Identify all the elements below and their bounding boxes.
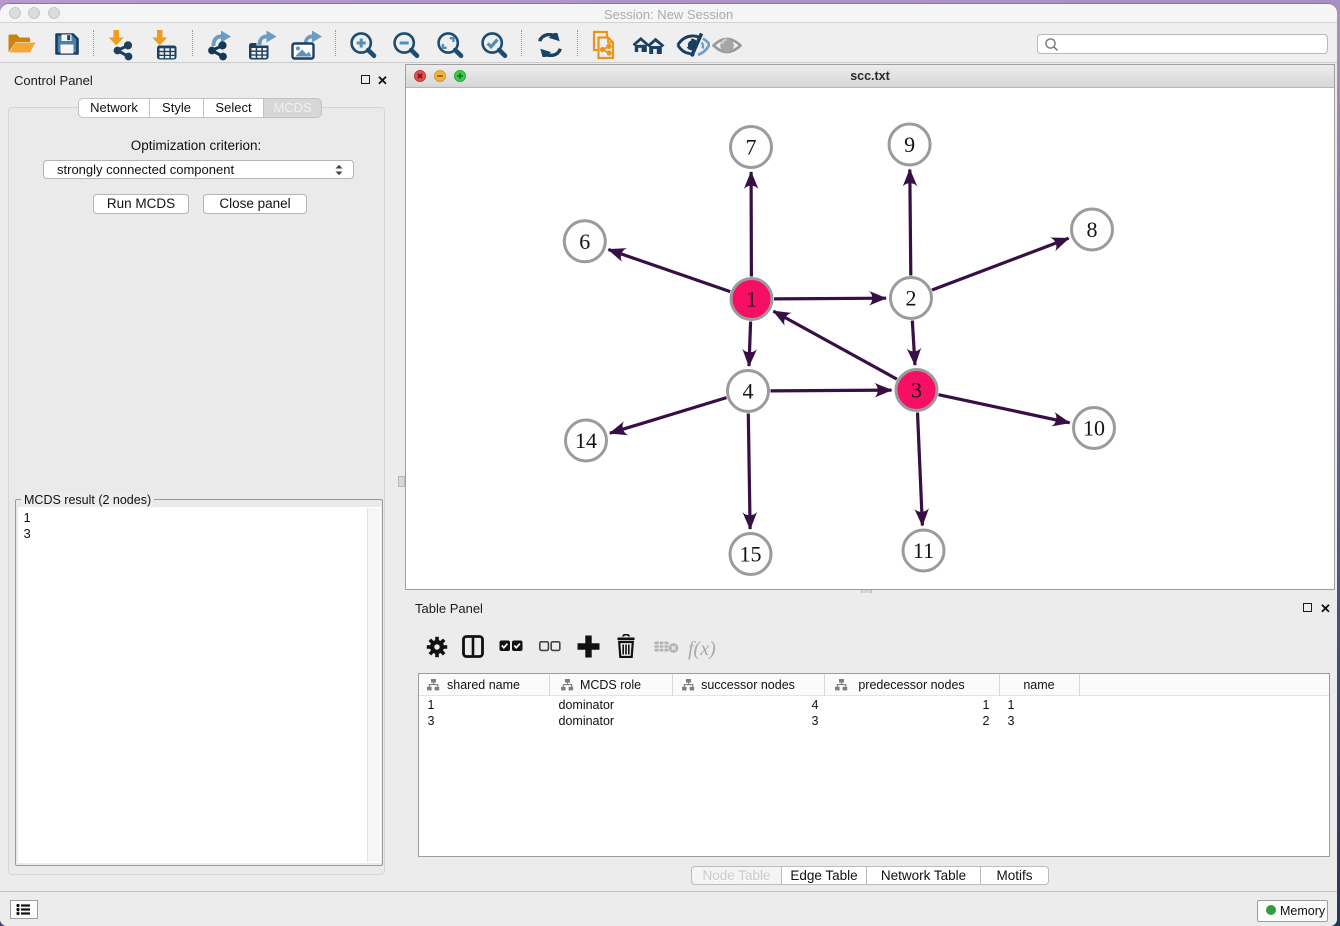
svg-text:11: 11 [913,538,934,563]
svg-text:7: 7 [746,135,757,160]
svg-text:3: 3 [911,378,922,403]
svg-text:1: 1 [746,287,757,312]
svg-text:15: 15 [740,542,762,567]
svg-text:9: 9 [904,132,915,157]
svg-text:2: 2 [906,286,917,311]
svg-text:6: 6 [579,229,590,254]
svg-text:14: 14 [575,428,597,453]
svg-text:4: 4 [743,379,754,404]
svg-text:10: 10 [1083,416,1105,441]
svg-text:8: 8 [1087,217,1098,242]
